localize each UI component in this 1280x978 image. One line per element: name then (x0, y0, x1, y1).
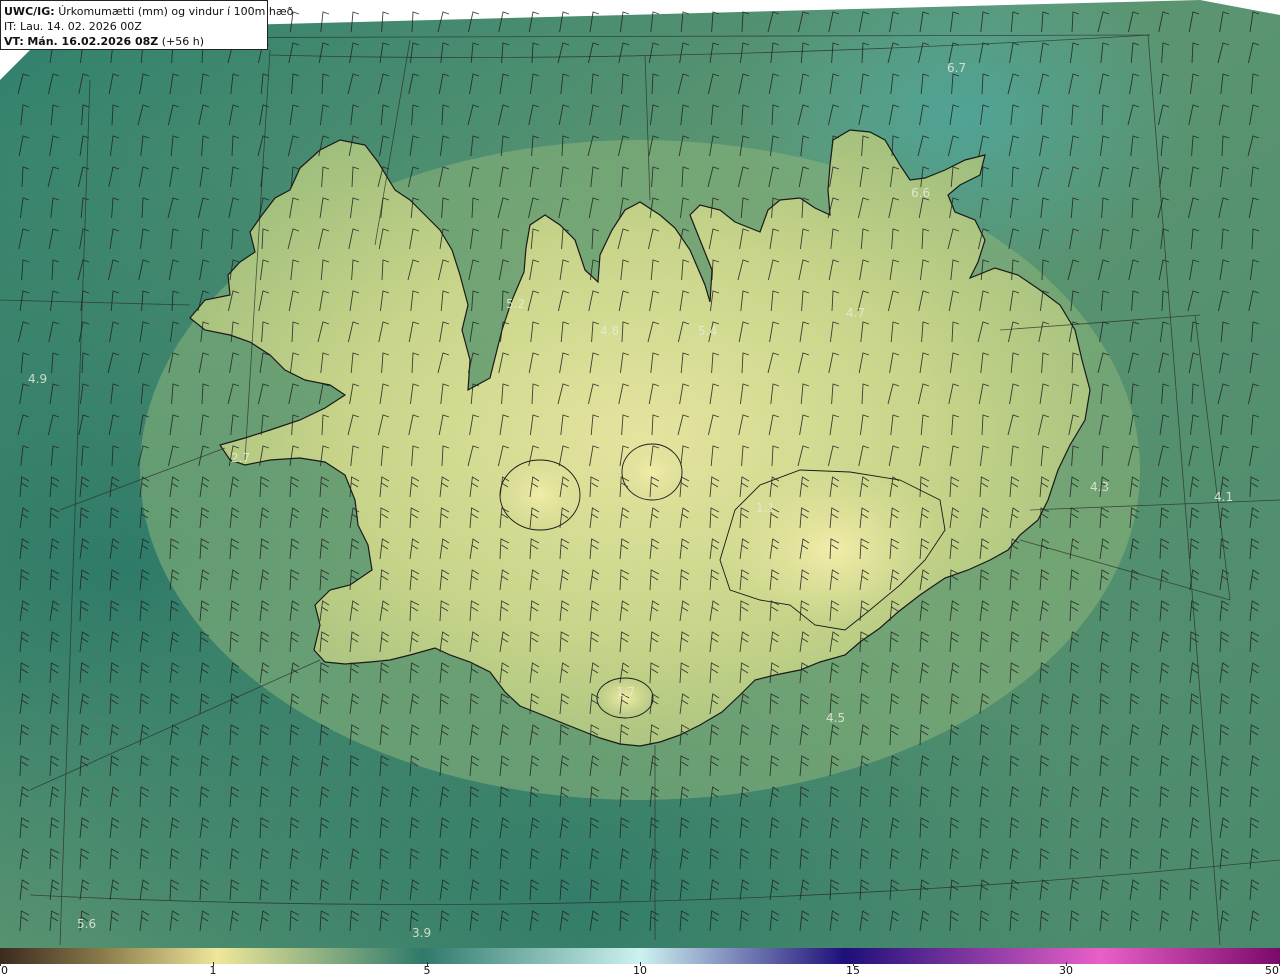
header-title-line: UWC/IG: Úrkomumætti (mm) og vindur í 100… (4, 4, 293, 19)
map-header: UWC/IG: Úrkomumætti (mm) og vindur í 100… (0, 0, 293, 50)
map-label: 4.8 (600, 324, 619, 338)
product-title: Úrkomumætti (mm) og vindur í 100m hæð (58, 5, 294, 18)
map-label: 5.4 (698, 324, 717, 338)
precip-wind-map: 6.7 6.6 5.2 4.8 5.4 4.7 4.9 4.3 4.1 4.5 … (0, 0, 1280, 948)
colorbar: 0 1 5 10 15 30 50 (0, 948, 1280, 978)
colorbar-tick-label: 5 (423, 964, 431, 977)
map-label: 6.6 (911, 186, 930, 200)
map-label: 4.1 (1214, 490, 1233, 504)
colorbar-tick-label: 30 (1059, 964, 1073, 977)
map-label: 4.5 (826, 711, 845, 725)
map-label: 1.7 (616, 685, 635, 699)
colorbar-tick-label: 0 (1, 964, 8, 977)
colorbar-tick-label: 10 (633, 964, 647, 977)
map-label: 5.2 (506, 297, 525, 311)
glacier-langjokull (499, 459, 581, 531)
map-label: 2.7 (231, 451, 250, 465)
map-label: 4.3 (1090, 480, 1109, 494)
map-canvas: 6.7 6.6 5.2 4.8 5.4 4.7 4.9 4.3 4.1 4.5 … (0, 0, 1280, 948)
colorbar-tick-label: 1 (209, 964, 217, 977)
colorbar-tick-label: 15 (846, 964, 860, 977)
map-label: 3.9 (412, 926, 431, 940)
forecast-hour: (+56 h) (161, 35, 205, 48)
valid-time-line: VT: Mán. 16.02.2026 08Z (+56 h) (4, 34, 264, 49)
map-label: 5.6 (77, 917, 96, 931)
valid-time-prefix: VT: (4, 35, 24, 48)
initial-time: IT: Lau. 14. 02. 2026 00Z (4, 20, 142, 33)
valid-time: Mán. 16.02.2026 08Z (27, 35, 159, 48)
map-label: 1.1 (756, 501, 775, 515)
model-code: UWC/IG: (4, 5, 55, 18)
map-label: 6.7 (947, 61, 966, 75)
map-label: 4.9 (28, 372, 47, 386)
map-label: 4.7 (846, 306, 865, 320)
colorbar-tick-label: 50 (1265, 964, 1279, 977)
